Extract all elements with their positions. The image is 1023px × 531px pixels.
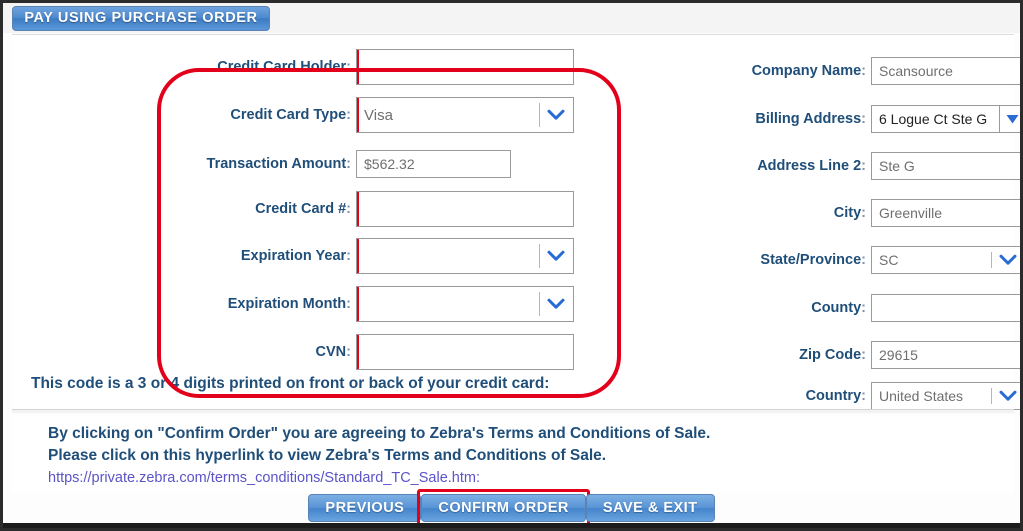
select-expiration-month[interactable] — [356, 286, 574, 322]
form-row-transaction-amount: Transaction Amount: $562.32 — [156, 145, 511, 183]
label-expiration-month: Expiration Month: — [227, 296, 351, 312]
input-cvn[interactable] — [356, 334, 574, 370]
input-city[interactable]: Greenville — [871, 199, 1020, 227]
form-row-expiration-month: Expiration Month: — [156, 285, 574, 323]
select-billing-address[interactable]: 6 Logue Ct Ste G — [871, 105, 1020, 133]
value-billing-address: 6 Logue Ct Ste G — [879, 111, 988, 127]
tab-bar: PAY USING PURCHASE ORDER — [3, 3, 1020, 33]
chevron-down-icon[interactable] — [539, 239, 573, 273]
form-row-address-line-2: Address Line 2: Ste G — [711, 147, 1020, 185]
input-company-name[interactable]: Scansource — [871, 57, 1020, 85]
required-marker — [357, 287, 359, 321]
previous-button[interactable]: PREVIOUS — [308, 494, 422, 522]
select-expiration-year[interactable] — [356, 238, 574, 274]
value-address-line-2: Ste G — [879, 158, 915, 174]
required-marker — [357, 98, 359, 132]
section-divider — [12, 409, 1014, 413]
value-transaction-amount: $562.32 — [364, 156, 415, 172]
label-company-name: Company Name: — [751, 63, 866, 79]
terms-line-2: Please click on this hyperlink to view Z… — [48, 447, 607, 464]
select-state-province[interactable]: SC — [871, 246, 1020, 274]
label-credit-card-number: Credit Card #: — [255, 201, 351, 217]
terms-and-conditions-block: By clicking on "Confirm Order" you are a… — [12, 415, 1014, 493]
payment-form-panel: Credit Card Holder: Credit Card Type: Visa… — [12, 34, 1020, 410]
required-marker — [357, 335, 359, 369]
value-company-name: Scansource — [879, 63, 953, 79]
label-state-province: State/Province: — [760, 252, 866, 268]
terms-line-1: By clicking on "Confirm Order" you are a… — [48, 425, 711, 442]
required-marker — [357, 192, 359, 226]
confirm-order-button[interactable]: CONFIRM ORDER — [421, 494, 586, 522]
previous-button-wrapper: PREVIOUS — [308, 494, 422, 522]
form-row-city: City: Greenville — [711, 194, 1020, 232]
form-row-credit-card-number: Credit Card #: — [156, 190, 574, 228]
value-credit-card-type: Visa — [364, 106, 393, 124]
label-cvn: CVN: — [315, 344, 351, 360]
input-transaction-amount[interactable]: $562.32 — [356, 150, 511, 178]
required-marker — [357, 239, 359, 273]
window-bottom-strip — [3, 523, 1020, 528]
select-credit-card-type[interactable]: Visa — [356, 97, 574, 133]
form-row-credit-card-type: Credit Card Type: Visa — [156, 96, 574, 134]
label-billing-address: Billing Address: — [755, 111, 866, 127]
save-and-exit-button-wrapper: SAVE & EXIT — [585, 494, 715, 522]
label-expiration-year: Expiration Year: — [240, 248, 351, 264]
required-marker — [357, 50, 359, 84]
form-row-state-province: State/Province: SC — [711, 241, 1020, 279]
form-row-company-name: Company Name: Scansource — [711, 52, 1020, 90]
triangle-down-icon[interactable] — [999, 106, 1020, 132]
form-row-credit-card-holder: Credit Card Holder: — [156, 48, 574, 86]
label-county: County: — [811, 300, 866, 316]
form-row-zip-code: Zip Code: 29615 — [711, 336, 1020, 374]
terms-hyperlink[interactable]: https://private.zebra.com/terms_conditio… — [48, 467, 1014, 489]
form-action-buttons: PREVIOUS CONFIRM ORDER SAVE & EXIT — [3, 489, 1020, 527]
form-row-expiration-year: Expiration Year: — [156, 237, 574, 275]
chevron-down-icon[interactable] — [539, 287, 573, 321]
label-credit-card-holder: Credit Card Holder: — [217, 59, 351, 75]
input-zip-code[interactable]: 29615 — [871, 341, 1020, 369]
label-credit-card-type: Credit Card Type: — [230, 107, 351, 123]
save-and-exit-button[interactable]: SAVE & EXIT — [585, 494, 715, 522]
cvn-hint-text: This code is a 3 or 4 digits printed on … — [31, 375, 550, 392]
tab-pay-using-purchase-order[interactable]: PAY USING PURCHASE ORDER — [12, 6, 270, 31]
form-row-cvn: CVN: — [156, 333, 574, 371]
label-city: City: — [833, 205, 866, 221]
value-zip-code: 29615 — [879, 347, 918, 363]
label-address-line-2: Address Line 2: — [757, 158, 866, 174]
label-transaction-amount: Transaction Amount: — [206, 156, 351, 172]
value-city: Greenville — [879, 205, 943, 221]
input-address-line-2[interactable]: Ste G — [871, 152, 1020, 180]
confirm-order-button-wrapper: CONFIRM ORDER — [417, 489, 590, 527]
payment-window: PAY USING PURCHASE ORDER Credit Card Hol… — [0, 0, 1023, 531]
value-state-province: SC — [879, 252, 899, 268]
input-credit-card-number[interactable] — [356, 191, 574, 227]
form-row-billing-address: Billing Address: 6 Logue Ct Ste G — [711, 100, 1020, 138]
chevron-down-icon[interactable] — [991, 247, 1020, 273]
form-row-county: County: — [711, 289, 1020, 327]
input-county[interactable] — [871, 294, 1020, 322]
label-zip-code: Zip Code: — [799, 347, 866, 363]
input-credit-card-holder[interactable] — [356, 49, 574, 85]
chevron-down-icon[interactable] — [539, 98, 573, 132]
